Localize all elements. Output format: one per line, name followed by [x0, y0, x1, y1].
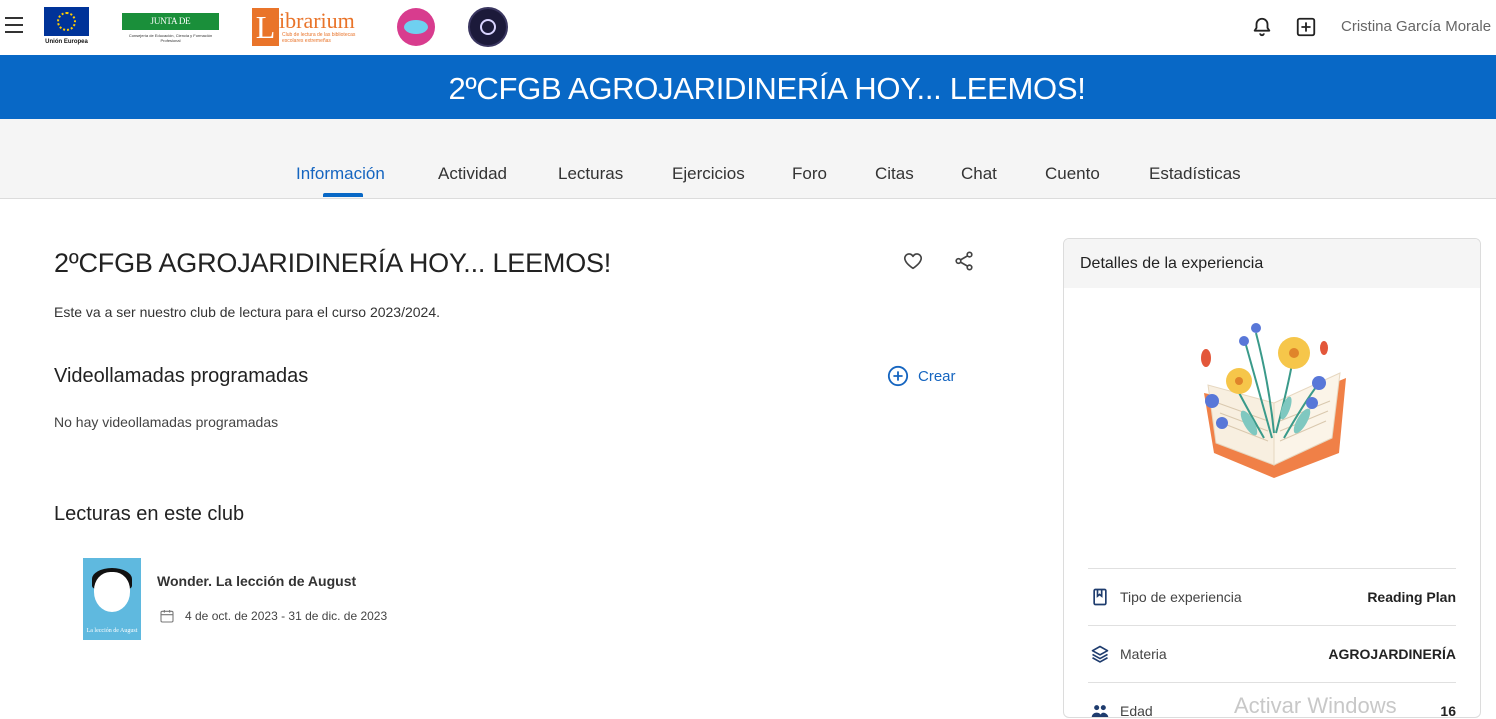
eu-logo: Unión Europea — [44, 7, 89, 47]
tab-actividad[interactable]: Actividad — [438, 164, 507, 184]
tab-foro[interactable]: Foro — [792, 164, 827, 184]
menu-icon[interactable] — [5, 17, 23, 33]
people-icon — [1091, 705, 1109, 717]
partner-logo-pink — [397, 8, 435, 46]
card-title: Detalles de la experiencia — [1080, 255, 1264, 272]
video-calls-heading: Videollamadas programadas — [54, 365, 309, 387]
create-label: Crear — [918, 367, 956, 385]
card-header: Detalles de la experiencia — [1064, 239, 1480, 288]
tab-estadisticas[interactable]: Estadísticas — [1149, 164, 1241, 184]
book-cover[interactable]: La lección de August — [83, 558, 141, 640]
top-bar: Unión Europea JUNTA DE EXTREMADURA Conse… — [0, 0, 1496, 55]
detail-row-subject: Materia AGROJARDINERÍA — [1088, 625, 1456, 682]
junta-extremadura-logo: JUNTA DE EXTREMADURA Consejería de Educa… — [122, 13, 219, 43]
user-name[interactable]: Cristina García Morale — [1341, 18, 1491, 35]
book-icon — [1093, 588, 1107, 606]
tab-lecturas[interactable]: Lecturas — [558, 164, 623, 184]
active-tab-indicator — [323, 193, 363, 197]
bell-icon[interactable] — [1251, 16, 1273, 38]
tab-ejercicios[interactable]: Ejercicios — [672, 164, 745, 184]
tab-informacion[interactable]: Información — [296, 164, 385, 184]
book-flowers-illustration — [1201, 323, 1346, 478]
tab-chat[interactable]: Chat — [961, 164, 997, 184]
book-dates: 4 de oct. de 2023 - 31 de dic. de 2023 — [185, 609, 388, 623]
partner-logo-dark — [468, 7, 508, 47]
club-description: Este va a ser nuestro club de lectura pa… — [54, 304, 441, 320]
club-banner: 2ºCFGB AGROJARIDINERÍA HOY... LEEMOS! — [0, 55, 1496, 119]
no-video-calls-message: No hay videollamadas programadas — [54, 414, 279, 430]
add-circle-icon — [887, 365, 909, 387]
book-title-link[interactable]: Wonder. La lección de August — [157, 573, 356, 589]
tab-bar: Información Actividad Lecturas Ejercicio… — [0, 119, 1496, 199]
tab-cuento[interactable]: Cuento — [1045, 164, 1100, 184]
add-box-icon[interactable] — [1295, 16, 1317, 38]
banner-title: 2ºCFGB AGROJARIDINERÍA HOY... LEEMOS! — [448, 71, 1086, 106]
heart-icon[interactable] — [902, 250, 924, 272]
tab-citas[interactable]: Citas — [875, 164, 914, 184]
create-video-call-button[interactable]: Crear — [887, 365, 956, 387]
layers-icon — [1091, 645, 1109, 663]
windows-activation-watermark: Activar Windows — [1234, 693, 1397, 718]
readings-heading: Lecturas en este club — [54, 503, 245, 525]
experience-details-card: Detalles de la experiencia Tipo de exper… — [1063, 238, 1481, 718]
librarium-logo: L ibrarium Club de lectura de las biblio… — [252, 6, 364, 48]
page-title: 2ºCFGB AGROJARIDINERÍA HOY... LEEMOS! — [54, 248, 612, 278]
share-icon[interactable] — [953, 250, 975, 272]
detail-row-type: Tipo de experiencia Reading Plan — [1088, 568, 1456, 625]
calendar-icon — [160, 610, 174, 623]
